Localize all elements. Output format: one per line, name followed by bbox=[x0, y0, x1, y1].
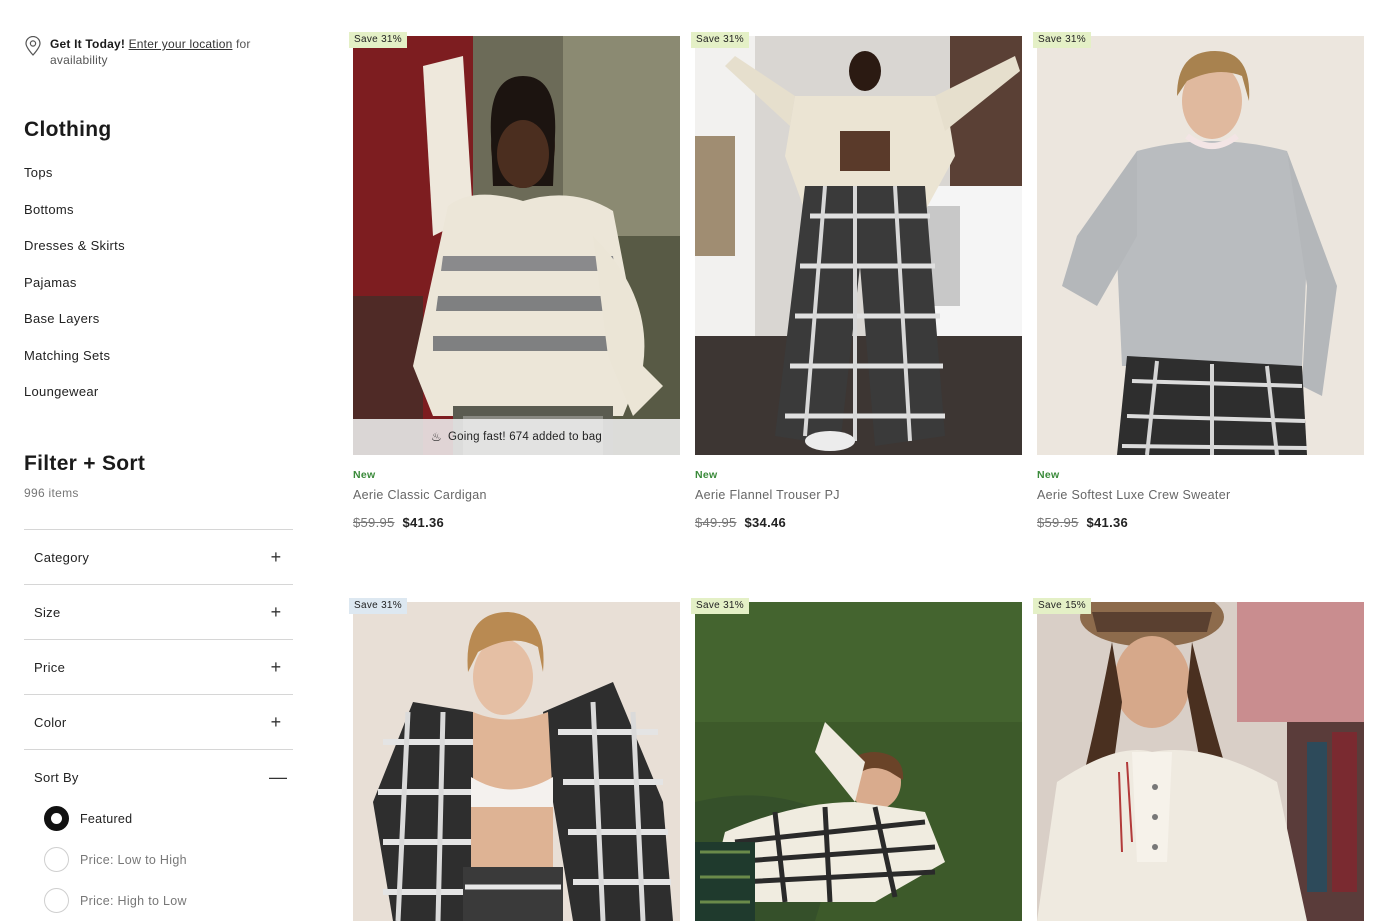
discount-badge: Save 31% bbox=[349, 598, 407, 614]
urgency-text: Going fast! 674 added to bag bbox=[448, 431, 602, 443]
filter-color-toggle[interactable]: Color + bbox=[24, 694, 293, 749]
category-link-base-layers[interactable]: Base Layers bbox=[24, 309, 125, 346]
plus-icon: + bbox=[270, 547, 282, 567]
category-link-dresses-skirts[interactable]: Dresses & Skirts bbox=[24, 236, 125, 273]
category-list: Tops Bottoms Dresses & Skirts Pajamas Ba… bbox=[24, 163, 125, 419]
category-link-bottoms[interactable]: Bottoms bbox=[24, 200, 125, 237]
sort-option-featured[interactable]: Featured bbox=[44, 806, 132, 831]
discount-badge: Save 31% bbox=[691, 32, 749, 48]
filter-label: Color bbox=[34, 714, 67, 730]
product-price: $59.95 $41.36 bbox=[1037, 515, 1128, 530]
flame-icon: ♨ bbox=[431, 430, 442, 444]
item-count: 996 items bbox=[24, 486, 79, 500]
sort-option-label: Featured bbox=[80, 811, 133, 826]
plus-icon: + bbox=[270, 712, 282, 732]
filter-accordion: Category + Size + Price + Color + Sort B… bbox=[24, 529, 293, 804]
filter-price-toggle[interactable]: Price + bbox=[24, 639, 293, 694]
enter-location-link[interactable]: Enter your location bbox=[129, 37, 233, 51]
product-image[interactable] bbox=[1037, 36, 1364, 455]
product-image[interactable]: ♨ Going fast! 674 added to bag bbox=[353, 36, 680, 455]
sale-price: $41.36 bbox=[1086, 515, 1129, 530]
location-for-text: for bbox=[232, 37, 251, 51]
location-pin-icon bbox=[24, 36, 42, 56]
filter-label: Price bbox=[34, 659, 66, 675]
discount-badge: Save 15% bbox=[1033, 598, 1091, 614]
product-image[interactable] bbox=[695, 602, 1022, 921]
product-image[interactable] bbox=[353, 602, 680, 921]
minus-icon: — bbox=[269, 767, 288, 787]
sort-option-label: Price: Low to High bbox=[80, 852, 187, 867]
sale-price: $41.36 bbox=[402, 515, 445, 530]
plus-icon: + bbox=[270, 602, 282, 622]
product-price: $49.95 $34.46 bbox=[695, 515, 786, 530]
new-tag: New bbox=[353, 469, 376, 481]
radio-unselected[interactable] bbox=[44, 847, 69, 872]
sort-option-price-low-high[interactable]: Price: Low to High bbox=[44, 847, 187, 872]
category-link-tops[interactable]: Tops bbox=[24, 163, 125, 200]
sidebar: Get It Today! Enter your location for av… bbox=[0, 0, 320, 921]
category-heading: Clothing bbox=[24, 118, 112, 141]
delivery-location: Get It Today! Enter your location for av… bbox=[24, 36, 294, 68]
product-image[interactable] bbox=[695, 36, 1022, 455]
discount-badge: Save 31% bbox=[691, 598, 749, 614]
filter-sort-heading: Filter + Sort bbox=[24, 452, 146, 475]
category-link-loungewear[interactable]: Loungewear bbox=[24, 382, 125, 419]
get-it-today-label: Get It Today! bbox=[50, 37, 126, 51]
new-tag: New bbox=[1037, 469, 1060, 481]
filter-label: Sort By bbox=[34, 769, 79, 785]
discount-badge: Save 31% bbox=[349, 32, 407, 48]
original-price: $49.95 bbox=[695, 515, 737, 530]
product-price: $59.95 $41.36 bbox=[353, 515, 444, 530]
sort-option-price-high-low[interactable]: Price: High to Low bbox=[44, 888, 187, 913]
radio-selected[interactable] bbox=[44, 806, 69, 831]
product-name[interactable]: Aerie Flannel Trouser PJ bbox=[695, 488, 840, 502]
filter-label: Category bbox=[34, 549, 90, 565]
category-link-matching-sets[interactable]: Matching Sets bbox=[24, 346, 125, 383]
product-name[interactable]: Aerie Classic Cardigan bbox=[353, 488, 487, 502]
filter-category-toggle[interactable]: Category + bbox=[24, 529, 293, 584]
plus-icon: + bbox=[270, 657, 282, 677]
filter-size-toggle[interactable]: Size + bbox=[24, 584, 293, 639]
filter-label: Size bbox=[34, 604, 61, 620]
urgency-banner: ♨ Going fast! 674 added to bag bbox=[353, 419, 680, 455]
product-image[interactable] bbox=[1037, 602, 1364, 921]
category-link-pajamas[interactable]: Pajamas bbox=[24, 273, 125, 310]
radio-unselected[interactable] bbox=[44, 888, 69, 913]
location-availability-text: availability bbox=[50, 53, 108, 67]
sort-option-label: Price: High to Low bbox=[80, 893, 187, 908]
sale-price: $34.46 bbox=[744, 515, 787, 530]
original-price: $59.95 bbox=[1037, 515, 1079, 530]
new-tag: New bbox=[695, 469, 718, 481]
product-name[interactable]: Aerie Softest Luxe Crew Sweater bbox=[1037, 488, 1230, 502]
discount-badge: Save 31% bbox=[1033, 32, 1091, 48]
original-price: $59.95 bbox=[353, 515, 395, 530]
filter-sort-by-toggle[interactable]: Sort By — bbox=[24, 749, 293, 804]
